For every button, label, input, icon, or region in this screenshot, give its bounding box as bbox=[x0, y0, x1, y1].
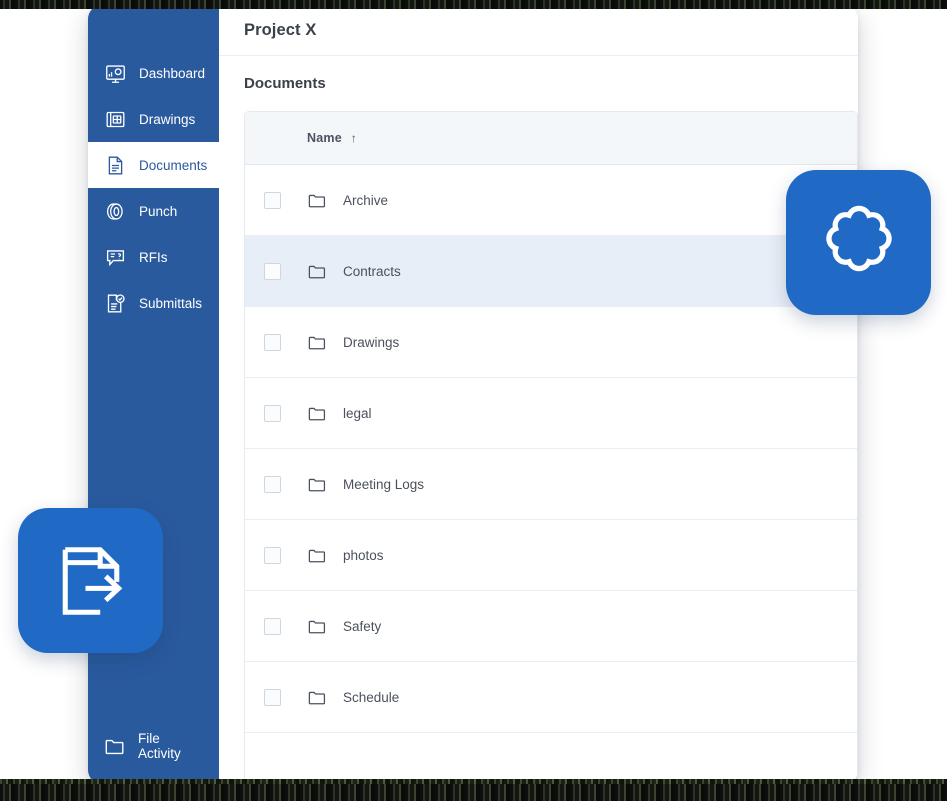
sidebar-item-documents[interactable]: Documents bbox=[88, 142, 219, 188]
row-checkbox[interactable] bbox=[263, 617, 281, 635]
rfis-icon bbox=[104, 246, 126, 268]
row-name: Drawings bbox=[343, 334, 400, 350]
sidebar-item-submittals[interactable]: Submittals bbox=[88, 280, 219, 326]
sidebar-item-label: File Activity bbox=[138, 730, 181, 762]
row-checkbox[interactable] bbox=[263, 404, 281, 422]
table-row[interactable]: legal bbox=[245, 378, 857, 449]
documents-icon bbox=[104, 154, 126, 176]
row-checkbox-cell bbox=[245, 404, 299, 422]
folder-icon bbox=[299, 617, 343, 636]
row-name: legal bbox=[343, 405, 372, 421]
row-checkbox-cell bbox=[245, 191, 299, 209]
document-export-app-tile[interactable] bbox=[18, 508, 163, 653]
row-checkbox[interactable] bbox=[263, 546, 281, 564]
drawings-icon bbox=[104, 108, 126, 130]
folder-icon bbox=[299, 262, 343, 281]
documents-table: Name ↑ Archive Contracts Drawings legal … bbox=[244, 111, 858, 784]
row-checkbox[interactable] bbox=[263, 262, 281, 280]
row-name: Safety bbox=[343, 618, 382, 634]
sidebar-item-label: Dashboard bbox=[139, 65, 206, 81]
sidebar-nav-list: Dashboard Drawings Documents Punch RFIs … bbox=[88, 5, 219, 326]
sidebar-item-punch[interactable]: Punch bbox=[88, 188, 219, 234]
folder-icon bbox=[299, 191, 343, 210]
row-name: Archive bbox=[343, 192, 389, 208]
main-content: Project X Documents Name ↑ Archive Contr… bbox=[219, 5, 858, 784]
sidebar-item-drawings[interactable]: Drawings bbox=[88, 96, 219, 142]
row-checkbox[interactable] bbox=[263, 191, 281, 209]
column-header-name-label: Name bbox=[307, 131, 342, 145]
sidebar-item-label: RFIs bbox=[139, 249, 168, 265]
folder-icon bbox=[299, 333, 343, 352]
table-row[interactable]: Safety bbox=[245, 591, 857, 662]
table-row[interactable]: photos bbox=[245, 520, 857, 591]
top-edge-band bbox=[0, 0, 947, 9]
row-checkbox[interactable] bbox=[263, 475, 281, 493]
table-row[interactable]: Drawings bbox=[245, 307, 857, 378]
folder-icon bbox=[299, 475, 343, 494]
sidebar-item-label: Drawings bbox=[139, 111, 196, 127]
dashboard-icon bbox=[104, 62, 126, 84]
page-title: Project X bbox=[244, 20, 317, 39]
sidebar-item-dashboard[interactable]: Dashboard bbox=[88, 50, 219, 96]
table-row[interactable]: Meeting Logs bbox=[245, 449, 857, 520]
sidebar-item-label: Documents bbox=[139, 157, 208, 173]
section-title: Documents bbox=[244, 75, 326, 92]
folder-open-icon bbox=[104, 735, 126, 757]
sidebar-item-label: Punch bbox=[139, 203, 178, 219]
section-header: Documents bbox=[219, 56, 858, 111]
sidebar: Dashboard Drawings Documents Punch RFIs … bbox=[88, 5, 219, 784]
row-name: Contracts bbox=[343, 263, 401, 279]
folder-icon bbox=[299, 404, 343, 423]
sort-ascending-icon[interactable]: ↑ bbox=[351, 131, 357, 145]
row-checkbox-cell bbox=[245, 688, 299, 706]
row-checkbox-cell bbox=[245, 475, 299, 493]
row-checkbox-cell bbox=[245, 617, 299, 635]
row-name: Schedule bbox=[343, 689, 400, 705]
submittals-icon bbox=[104, 292, 126, 314]
row-checkbox-cell bbox=[245, 546, 299, 564]
row-checkbox[interactable] bbox=[263, 333, 281, 351]
document-export-icon bbox=[45, 535, 137, 627]
sidebar-item-label: Submittals bbox=[139, 295, 203, 311]
sidebar-item-file-activity[interactable]: File Activity bbox=[88, 731, 219, 784]
table-row[interactable]: Schedule bbox=[245, 662, 857, 733]
row-checkbox-cell bbox=[245, 333, 299, 351]
row-name: Meeting Logs bbox=[343, 476, 425, 492]
sidebar-item-rfis[interactable]: RFIs bbox=[88, 234, 219, 280]
cloud-flower-icon bbox=[811, 195, 907, 291]
row-checkbox-cell bbox=[245, 262, 299, 280]
folder-icon bbox=[299, 546, 343, 565]
top-bar: Project X bbox=[219, 5, 858, 56]
cloud-app-tile[interactable] bbox=[786, 170, 931, 315]
table-row[interactable]: Contracts bbox=[245, 236, 857, 307]
app-window: Dashboard Drawings Documents Punch RFIs … bbox=[88, 5, 858, 784]
folder-icon bbox=[299, 688, 343, 707]
column-header-name[interactable]: Name ↑ bbox=[299, 131, 357, 145]
row-name: photos bbox=[343, 547, 384, 563]
punch-icon bbox=[104, 200, 126, 222]
bottom-edge-band bbox=[0, 779, 947, 801]
table-header-row: Name ↑ bbox=[245, 112, 857, 165]
row-checkbox[interactable] bbox=[263, 688, 281, 706]
table-row[interactable]: Archive bbox=[245, 165, 857, 236]
